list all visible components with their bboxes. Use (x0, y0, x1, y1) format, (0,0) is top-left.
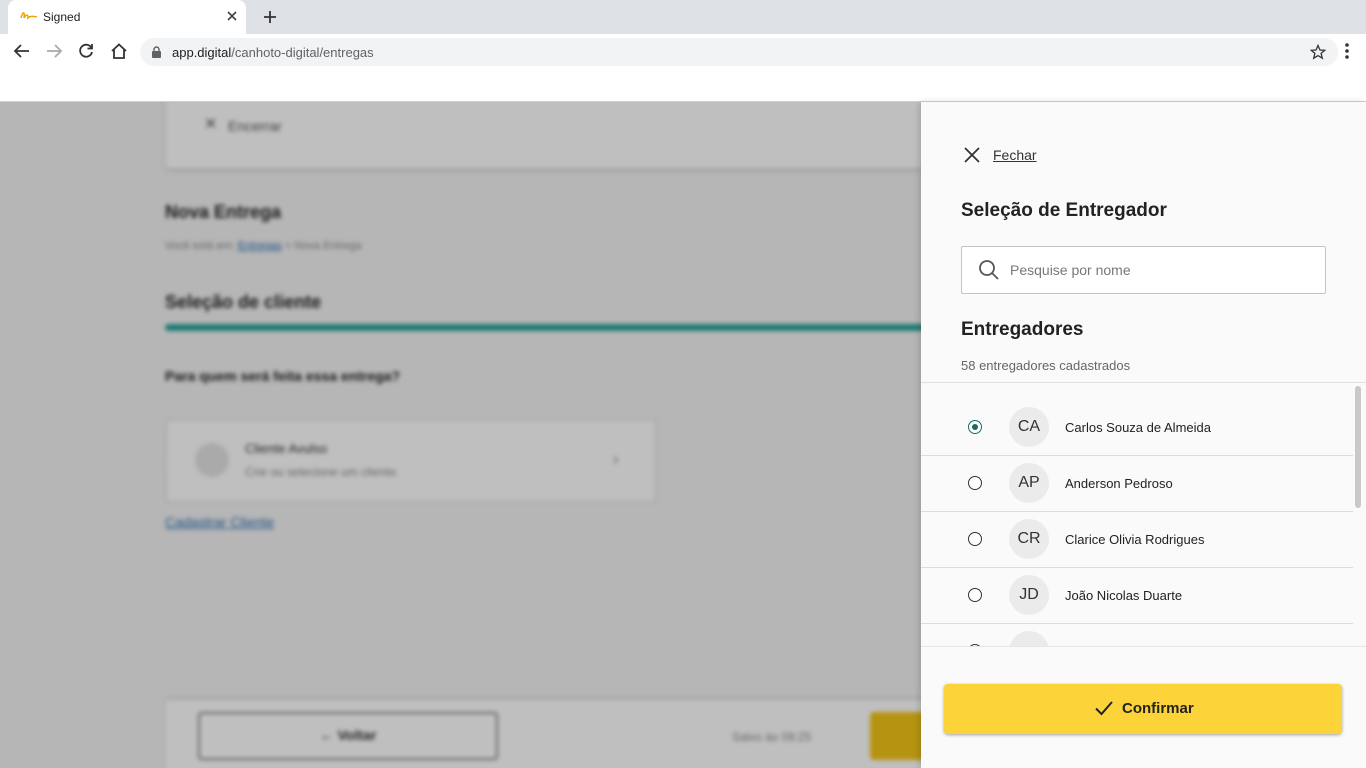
courier-list: CA Carlos Souza de Almeida AP Anderson P… (921, 382, 1366, 647)
address-bar[interactable]: app.digital/canhoto-digital/entregas (140, 38, 1338, 66)
modal-overlay[interactable] (0, 102, 921, 768)
courier-avatar: CA (1009, 407, 1049, 447)
courier-avatar: AP (1009, 463, 1049, 503)
radio-button[interactable] (968, 532, 982, 546)
check-icon (1094, 699, 1114, 717)
courier-name: Anderson Pedroso (1065, 476, 1173, 491)
couriers-section-title: Entregadores (961, 319, 1084, 340)
courier-row[interactable]: AP Anderson Pedroso (921, 456, 1353, 512)
footer-divider (921, 646, 1366, 647)
courier-row[interactable]: JD João Nicolas Duarte (921, 568, 1353, 624)
signature-favicon-icon (20, 9, 38, 23)
panel-title: Seleção de Entregador (961, 200, 1167, 221)
tab-title: Signed (43, 10, 81, 24)
new-tab-icon[interactable] (262, 9, 278, 25)
browser-tabbar: Signed (0, 0, 1366, 34)
list-scrollbar[interactable] (1355, 386, 1361, 508)
courier-row[interactable]: CA Carlos Souza de Almeida (921, 400, 1353, 456)
close-label[interactable]: Fechar (993, 147, 1037, 163)
radio-button[interactable] (968, 588, 982, 602)
courier-row-partial[interactable] (921, 624, 1353, 647)
confirm-button-label: Confirmar (1122, 700, 1194, 717)
browser-toolbar: app.digital/canhoto-digital/entregas (0, 34, 1366, 70)
courier-row[interactable]: CR Clarice Olivia Rodrigues (921, 512, 1353, 568)
courier-name: João Nicolas Duarte (1065, 588, 1183, 603)
courier-avatar (1009, 631, 1049, 647)
courier-avatar: CR (1009, 519, 1049, 559)
courier-name: Clarice Olivia Rodrigues (1065, 532, 1205, 547)
radio-dot (971, 423, 978, 430)
browser-tab[interactable]: Signed (8, 0, 246, 34)
radio-button-selected[interactable] (968, 420, 982, 434)
url-text: app.digital/canhoto-digital/entregas (172, 45, 374, 60)
tab-close-icon[interactable] (226, 10, 238, 22)
courier-name: Carlos Souza de Almeida (1065, 420, 1211, 435)
back-arrow-icon[interactable] (13, 42, 31, 60)
close-icon[interactable] (961, 144, 983, 166)
confirm-button[interactable]: Confirmar (944, 684, 1342, 734)
reload-icon[interactable] (77, 42, 95, 60)
lock-icon (151, 46, 162, 58)
forward-arrow-icon[interactable] (45, 42, 63, 60)
couriers-count: 58 entregadores cadastrados (961, 358, 1131, 373)
search-input[interactable] (1008, 248, 1312, 292)
kebab-menu-icon[interactable] (1344, 42, 1350, 60)
courier-selection-panel: Fechar Seleção de Entregador Entregadore… (921, 102, 1366, 768)
home-icon[interactable] (110, 42, 128, 60)
background-page: ✕ Encerrar Nova Entrega Você está em: En… (0, 102, 921, 768)
search-icon (978, 259, 1000, 281)
courier-avatar: JD (1009, 575, 1049, 615)
search-box[interactable] (961, 246, 1326, 294)
radio-button[interactable] (968, 476, 982, 490)
bookmark-star-icon[interactable] (1310, 44, 1326, 60)
